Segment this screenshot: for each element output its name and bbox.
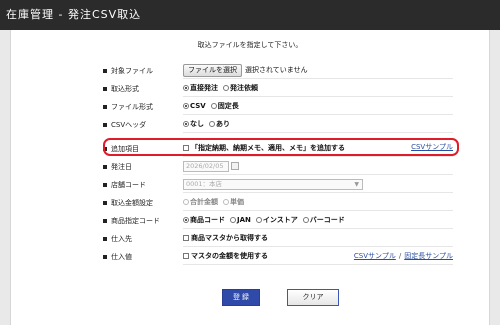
radio-header-none[interactable]: なし	[183, 119, 204, 129]
file-status: 選択されていません	[245, 66, 308, 74]
radio-unchecked-icon	[255, 217, 262, 223]
radio-checked-icon	[183, 217, 189, 223]
checkbox-supplier-master[interactable]: 商品マスタから取得する	[183, 233, 268, 243]
checkbox-icon	[183, 253, 189, 259]
radio-jan[interactable]: JAN	[230, 216, 251, 224]
row-file: 対象ファイル ファイルを選択 選択されていません	[103, 62, 453, 79]
label-format: ファイル形式	[111, 102, 153, 111]
row-order-date: 発注日 2026/02/05	[103, 158, 453, 175]
highlight-outline	[103, 138, 459, 156]
instruction-text: 取込ファイルを指定して下さい。	[197, 41, 303, 49]
bullet-icon	[103, 254, 107, 259]
clear-button[interactable]: クリア	[287, 289, 339, 306]
radio-unchecked-icon	[302, 217, 309, 223]
row-amount: 取込金額設定 合計金額 単価	[103, 194, 453, 211]
radio-unchecked-icon	[223, 199, 229, 205]
radio-unchecked-icon	[209, 121, 215, 127]
chevron-down-icon: ▼	[354, 180, 359, 188]
action-bar: 登 録 クリア	[0, 289, 500, 309]
radio-header-yes[interactable]: あり	[209, 119, 230, 129]
choose-file-button[interactable]: ファイルを選択	[183, 63, 242, 77]
calendar-icon[interactable]	[231, 162, 239, 170]
label-file: 対象ファイル	[111, 66, 153, 75]
radio-barcode[interactable]: バーコード	[302, 215, 345, 225]
label-cost: 仕入値	[111, 252, 132, 261]
bullet-icon	[103, 200, 107, 205]
radio-unit-price[interactable]: 単価	[223, 197, 244, 207]
bullet-icon	[103, 86, 107, 91]
radio-product-code[interactable]: 商品コード	[183, 215, 225, 225]
bullet-icon	[103, 236, 107, 241]
label-order-date: 発注日	[111, 162, 132, 171]
radio-unchecked-icon	[230, 217, 236, 223]
row-mode: 取込形式 直接発注 発注依頼	[103, 80, 453, 97]
radio-order-request[interactable]: 発注依頼	[223, 83, 258, 93]
bullet-icon	[103, 164, 107, 169]
label-amount: 取込金額設定	[111, 198, 153, 207]
row-cost: 仕入値 マスタの金額を使用する CSVサンプル / 固定長サンプル	[103, 248, 453, 265]
radio-instore[interactable]: インストア	[255, 215, 298, 225]
label-mode: 取込形式	[111, 84, 139, 93]
label-supplier: 仕入先	[111, 234, 132, 243]
row-format: ファイル形式 CSV 固定長	[103, 98, 453, 115]
register-button[interactable]: 登 録	[222, 289, 260, 306]
row-csv-header: CSVヘッダ なし あり	[103, 116, 453, 133]
page-title: 在庫管理 - 発注CSV取込	[0, 0, 500, 30]
radio-unchecked-icon	[183, 199, 189, 205]
checkbox-master-amount[interactable]: マスタの金額を使用する	[183, 251, 268, 261]
csv-sample-link-2[interactable]: CSVサンプル	[354, 251, 396, 261]
bullet-icon	[103, 218, 107, 223]
checkbox-icon	[183, 235, 189, 241]
link-separator: /	[398, 252, 402, 260]
row-supplier: 仕入先 商品マスタから取得する	[103, 230, 453, 247]
store-select[interactable]: 0001：本店 ▼	[183, 178, 363, 190]
radio-unchecked-icon	[223, 85, 229, 91]
label-product-code: 商品指定コード	[111, 216, 160, 225]
bullet-icon	[103, 68, 107, 73]
radio-checked-icon	[183, 85, 189, 91]
radio-checked-icon	[183, 103, 189, 109]
radio-checked-icon	[183, 121, 189, 127]
order-date-input[interactable]: 2026/02/05	[183, 160, 229, 172]
radio-csv[interactable]: CSV	[183, 102, 206, 110]
bullet-icon	[103, 104, 107, 109]
bullet-icon	[103, 182, 107, 187]
radio-total-amount[interactable]: 合計金額	[183, 197, 218, 207]
row-store: 店舗コード 0001：本店 ▼	[103, 176, 453, 193]
radio-unchecked-icon	[210, 103, 217, 109]
label-store: 店舗コード	[111, 180, 146, 189]
radio-direct-order[interactable]: 直接発注	[183, 83, 218, 93]
radio-fixed-length[interactable]: 固定長	[210, 101, 239, 111]
label-csv-header: CSVヘッダ	[111, 120, 147, 129]
bullet-icon	[103, 122, 107, 127]
row-product-code: 商品指定コード 商品コード JAN インストア バーコード	[103, 212, 453, 229]
fixed-length-sample-link[interactable]: 固定長サンプル	[404, 251, 453, 261]
